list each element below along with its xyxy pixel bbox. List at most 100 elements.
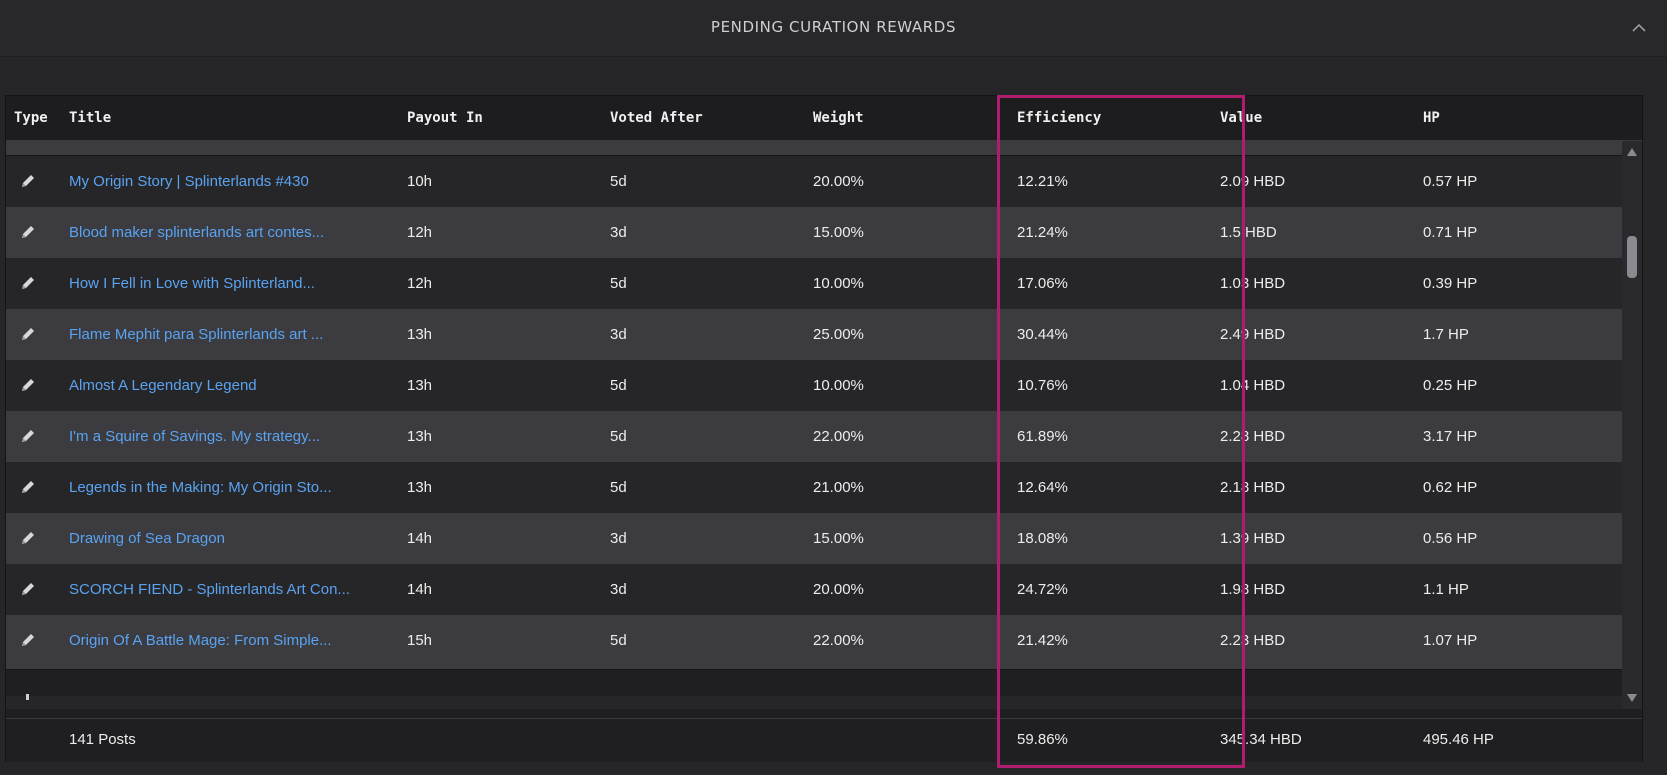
- vertical-scrollbar[interactable]: [1622, 141, 1642, 709]
- cell-value: 2.18 HBD: [1220, 479, 1286, 496]
- pencil-icon[interactable]: [19, 223, 37, 241]
- scroll-up-arrow-icon[interactable]: [1626, 147, 1638, 157]
- cell-weight: 22.00%: [813, 428, 864, 445]
- cell-voted-after: 5d: [610, 377, 627, 394]
- pencil-icon[interactable]: [19, 172, 37, 190]
- table-row[interactable]: SCORCH FIEND - Splinterlands Art Con... 1…: [6, 564, 1622, 619]
- footer-value: 345.34 HBD: [1220, 731, 1302, 748]
- cell-voted-after: 3d: [610, 326, 627, 343]
- cell-hp: 3.17 HP: [1423, 428, 1478, 445]
- pencil-icon[interactable]: [19, 274, 37, 292]
- post-title-link[interactable]: SCORCH FIEND - Splinterlands Art Con...: [69, 581, 350, 598]
- cell-voted-after: 5d: [610, 479, 627, 496]
- cell-hp: 0.25 HP: [1423, 377, 1478, 394]
- scrollbar-thumb[interactable]: [1627, 236, 1637, 278]
- cell-voted-after: 5d: [610, 632, 627, 649]
- cell-payout-in: 15h: [407, 632, 433, 649]
- panel-title: PENDING CURATION REWARDS: [710, 18, 957, 36]
- cell-voted-after: 5d: [610, 275, 627, 292]
- cell-efficiency: 21.24%: [1017, 224, 1068, 241]
- cell-efficiency: 21.42%: [1017, 632, 1068, 649]
- column-header-weight[interactable]: Weight: [813, 110, 864, 126]
- post-title-link[interactable]: Origin Of A Battle Mage: From Simple...: [69, 632, 332, 649]
- chevron-up-icon[interactable]: [1631, 20, 1647, 36]
- column-header-voted-after[interactable]: Voted After: [610, 110, 703, 126]
- cell-weight: 20.00%: [813, 173, 864, 190]
- cell-voted-after: 5d: [610, 173, 627, 190]
- cell-payout-in: 14h: [407, 581, 433, 598]
- panel-header[interactable]: PENDING CURATION REWARDS: [0, 0, 1667, 57]
- pencil-icon[interactable]: [19, 529, 37, 547]
- table-body: My Origin Story | Splinterlands #430 10h 5…: [6, 141, 1622, 709]
- cell-efficiency: 10.76%: [1017, 377, 1068, 394]
- pencil-icon[interactable]: [19, 580, 37, 598]
- cell-efficiency: 12.21%: [1017, 173, 1068, 190]
- column-header-type[interactable]: Type: [14, 110, 48, 126]
- cell-weight: 20.00%: [813, 581, 864, 598]
- cell-payout-in: 10h: [407, 173, 433, 190]
- pencil-icon[interactable]: [19, 325, 37, 343]
- table-row[interactable]: Blood maker splinterlands art contes... 1…: [6, 207, 1622, 262]
- post-title-link[interactable]: Blood maker splinterlands art contes...: [69, 224, 324, 241]
- cell-hp: 1.1 HP: [1423, 581, 1469, 598]
- post-title-link[interactable]: Almost A Legendary Legend: [69, 377, 257, 394]
- post-title-link[interactable]: I'm a Squire of Savings. My strategy...: [69, 428, 320, 445]
- column-header-payout-in[interactable]: Payout In: [407, 110, 483, 126]
- table-row[interactable]: I'm a Squire of Savings. My strategy... 1…: [6, 411, 1622, 466]
- column-header-hp[interactable]: HP: [1423, 110, 1440, 126]
- cell-hp: 0.62 HP: [1423, 479, 1478, 496]
- cell-payout-in: 12h: [407, 224, 433, 241]
- table-row[interactable]: Origin Of A Battle Mage: From Simple... 1…: [6, 615, 1622, 670]
- cell-weight: 25.00%: [813, 326, 864, 343]
- cell-payout-in: 13h: [407, 377, 433, 394]
- cell-efficiency: 18.08%: [1017, 530, 1068, 547]
- cell-efficiency: 61.89%: [1017, 428, 1068, 445]
- post-title-link[interactable]: My Origin Story | Splinterlands #430: [69, 173, 309, 190]
- cell-value: 1.39 HBD: [1220, 530, 1286, 547]
- cell-value: 1.5 HBD: [1220, 224, 1277, 241]
- table-row[interactable]: How I Fell in Love with Splinterland... 1…: [6, 258, 1622, 313]
- post-title-link[interactable]: Drawing of Sea Dragon: [69, 530, 225, 547]
- table-row[interactable]: Drawing of Sea Dragon 14h 3d 15.00% 18.08% 1.…: [6, 513, 1622, 568]
- cell-weight: 21.00%: [813, 479, 864, 496]
- pencil-icon[interactable]: [19, 631, 37, 649]
- pencil-icon[interactable]: [19, 427, 37, 445]
- table-row[interactable]: Almost A Legendary Legend 13h 5d 10.00% 10.7…: [6, 360, 1622, 415]
- scroll-down-arrow-icon[interactable]: [1626, 693, 1638, 703]
- post-title-link[interactable]: Legends in the Making: My Origin Sto...: [69, 479, 332, 496]
- pencil-icon[interactable]: [19, 478, 37, 496]
- footer-post-count: 141 Posts: [69, 731, 136, 748]
- cell-weight: 22.00%: [813, 632, 864, 649]
- column-header-efficiency[interactable]: Efficiency: [1017, 110, 1101, 126]
- cell-efficiency: 24.72%: [1017, 581, 1068, 598]
- post-title-link[interactable]: How I Fell in Love with Splinterland...: [69, 275, 315, 292]
- cell-voted-after: 5d: [610, 428, 627, 445]
- cell-weight: 10.00%: [813, 275, 864, 292]
- footer-hp: 495.46 HP: [1423, 731, 1494, 748]
- cell-payout-in: 12h: [407, 275, 433, 292]
- cell-hp: 0.57 HP: [1423, 173, 1478, 190]
- partial-row: [6, 141, 1622, 156]
- cell-hp: 1.07 HP: [1423, 632, 1478, 649]
- cell-payout-in: 13h: [407, 479, 433, 496]
- curation-rewards-table: Type Title Payout In Voted After Weight …: [5, 95, 1643, 762]
- cell-voted-after: 3d: [610, 224, 627, 241]
- table-header: Type Title Payout In Voted After Weight …: [6, 96, 1642, 141]
- column-header-title[interactable]: Title: [69, 110, 111, 126]
- table-row[interactable]: My Origin Story | Splinterlands #430 10h 5…: [6, 156, 1622, 211]
- cell-value: 1.04 HBD: [1220, 377, 1286, 394]
- column-header-value[interactable]: Value: [1220, 110, 1262, 126]
- pencil-icon[interactable]: [19, 376, 37, 394]
- table-row[interactable]: Legends in the Making: My Origin Sto... 1…: [6, 462, 1622, 517]
- cell-weight: 15.00%: [813, 530, 864, 547]
- table-footer: 141 Posts 59.86% 345.34 HBD 495.46 HP: [6, 718, 1642, 762]
- cell-weight: 15.00%: [813, 224, 864, 241]
- post-title-link[interactable]: Flame Mephit para Splinterlands art ...: [69, 326, 323, 343]
- cell-payout-in: 14h: [407, 530, 433, 547]
- table-row[interactable]: Flame Mephit para Splinterlands art ... 1…: [6, 309, 1622, 364]
- cell-hp: 1.7 HP: [1423, 326, 1469, 343]
- partial-row: [6, 694, 1622, 709]
- cell-weight: 10.00%: [813, 377, 864, 394]
- cell-efficiency: 30.44%: [1017, 326, 1068, 343]
- cell-value: 2.09 HBD: [1220, 173, 1286, 190]
